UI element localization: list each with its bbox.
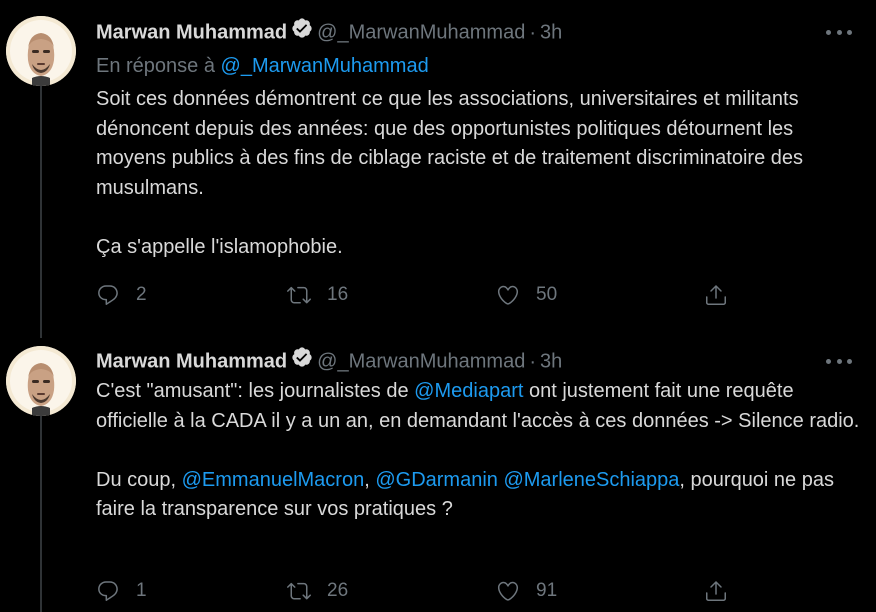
tweet-text: C'est "amusant": les journalistes de @Me… — [96, 377, 866, 525]
heart-icon — [496, 579, 520, 603]
reply-count: 1 — [136, 580, 147, 601]
tweet-paragraph: Soit ces données démontrent ce que les a… — [96, 88, 804, 199]
retweet-count: 26 — [327, 580, 349, 601]
reply-context: En réponse à @_MarwanMuhammad — [96, 53, 429, 79]
mention-link[interactable]: @Mediapart — [414, 380, 523, 402]
retweet-button[interactable]: 16 — [287, 280, 348, 310]
like-count: 91 — [536, 580, 558, 601]
reply-button[interactable]: 1 — [96, 576, 147, 606]
tweet-text: Soit ces données démontrent ce que les a… — [96, 85, 866, 262]
mention-link[interactable]: @MarleneSchiappa — [503, 469, 679, 491]
tweet-paragraph: C'est "amusant": les journalistes de @Me… — [96, 377, 866, 436]
text-segment: , — [364, 468, 376, 491]
text-segment: Du coup, — [96, 468, 182, 491]
retweet-icon — [287, 579, 311, 603]
mention-link[interactable]: @EmmanuelMacron — [182, 469, 365, 491]
more-options-icon[interactable] — [826, 22, 852, 42]
avatar[interactable] — [6, 346, 76, 416]
retweet-button[interactable]: 26 — [287, 576, 348, 606]
tweet[interactable]: Marwan Muhammad @_MarwanMuhammad · 3h En ré… — [0, 0, 876, 338]
display-name[interactable]: Marwan Muhammad — [96, 351, 287, 373]
verified-badge-icon — [291, 17, 313, 46]
avatar[interactable] — [6, 16, 76, 86]
text-segment: C'est "amusant": les journalistes de — [96, 380, 415, 402]
reply-handle-link[interactable]: @_MarwanMuhammad — [221, 55, 429, 77]
share-icon — [704, 283, 728, 307]
share-button[interactable] — [704, 280, 728, 310]
tweet-actions: 2 16 50 — [0, 280, 876, 310]
tweet-actions: 1 26 91 — [0, 576, 876, 606]
retweet-count: 16 — [327, 284, 349, 305]
reply-button[interactable]: 2 — [96, 280, 147, 310]
separator: · — [529, 350, 536, 373]
display-name[interactable]: Marwan Muhammad — [96, 22, 287, 44]
heart-icon — [496, 283, 520, 307]
more-options-icon[interactable] — [826, 351, 852, 371]
handle[interactable]: @_MarwanMuhammad — [317, 22, 525, 44]
reply-icon — [96, 283, 120, 307]
reply-icon — [96, 579, 120, 603]
timestamp[interactable]: 3h — [540, 22, 562, 44]
share-icon — [704, 579, 728, 603]
verified-badge-icon — [291, 346, 313, 375]
retweet-icon — [287, 283, 311, 307]
tweet-paragraph: Ça s'appelle l'islamophobie. — [96, 235, 343, 258]
tweet-header: Marwan Muhammad @_MarwanMuhammad · 3h — [96, 18, 562, 44]
like-count: 50 — [536, 284, 558, 305]
like-button[interactable]: 91 — [496, 576, 557, 606]
tweet-header: Marwan Muhammad @_MarwanMuhammad · 3h — [96, 347, 562, 373]
tweet[interactable]: Marwan Muhammad @_MarwanMuhammad · 3h C'est… — [0, 328, 876, 612]
separator: · — [529, 21, 536, 44]
tweet-paragraph: Du coup, @EmmanuelMacron, @GDarmanin @Ma… — [96, 466, 866, 525]
reply-count: 2 — [136, 284, 147, 305]
reply-prefix: En réponse à — [96, 55, 215, 77]
share-button[interactable] — [704, 576, 728, 606]
handle[interactable]: @_MarwanMuhammad — [317, 351, 525, 373]
mention-link[interactable]: @GDarmanin — [375, 469, 498, 491]
like-button[interactable]: 50 — [496, 280, 557, 310]
timestamp[interactable]: 3h — [540, 351, 562, 373]
